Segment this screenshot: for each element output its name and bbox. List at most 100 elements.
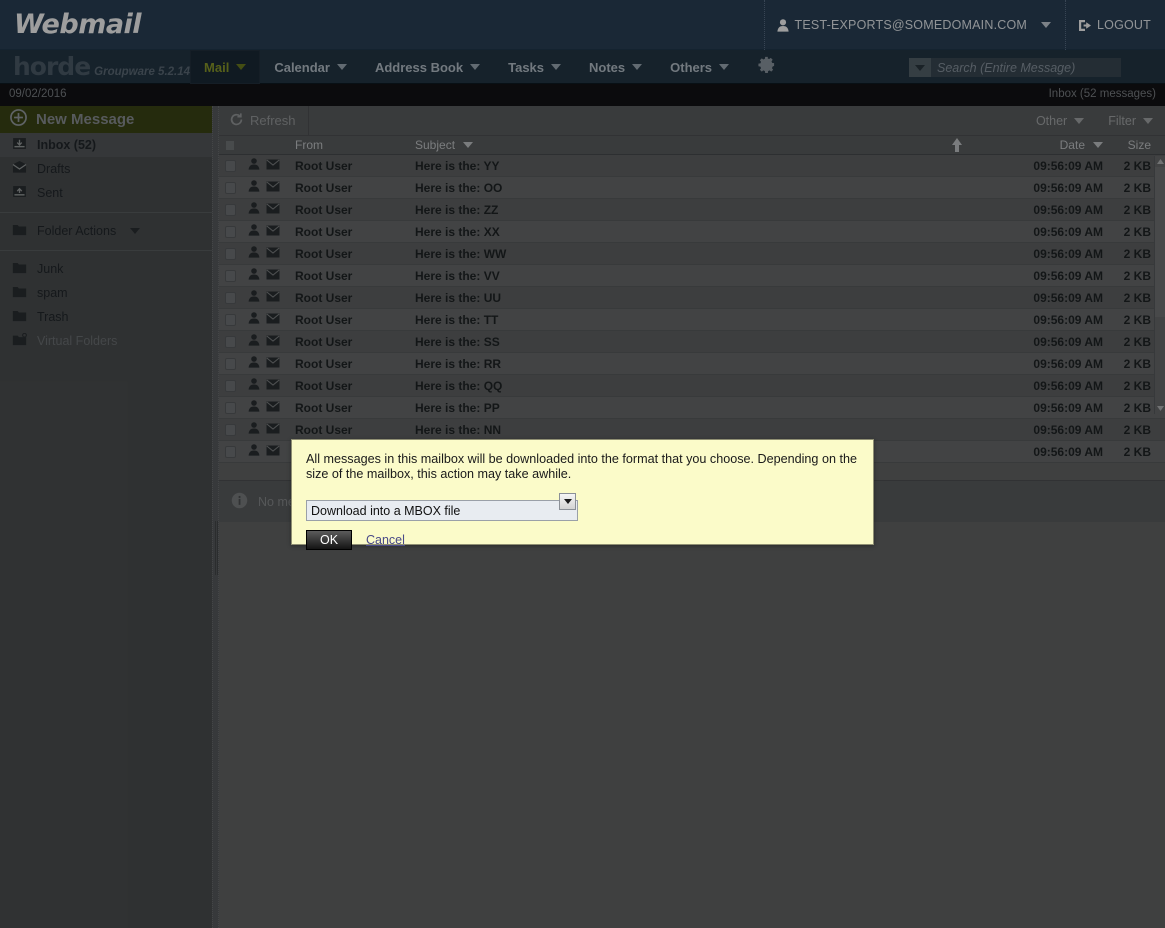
row-checkbox[interactable] <box>219 182 241 194</box>
sidebar-folder-actions[interactable]: Folder Actions <box>0 219 212 243</box>
filter-dropdown[interactable]: Filter <box>1096 114 1165 128</box>
chevron-down-icon <box>236 64 246 70</box>
envelope-icon <box>266 445 280 459</box>
table-row[interactable]: Root UserHere is the: WW09:56:09 AM2 KB <box>219 243 1165 265</box>
sidebar-item-inbox[interactable]: Inbox (52) <box>0 133 212 157</box>
cell-size: 2 KB <box>1103 445 1165 459</box>
table-row[interactable]: Root UserHere is the: PP09:56:09 AM2 KB <box>219 397 1165 419</box>
table-row[interactable]: Root UserHere is the: SS09:56:09 AM2 KB <box>219 331 1165 353</box>
new-message-button[interactable]: New Message <box>0 106 212 133</box>
chevron-down-icon <box>551 64 561 70</box>
tab-others[interactable]: Others <box>656 50 743 84</box>
row-checkbox[interactable] <box>219 270 241 282</box>
chevron-down-icon <box>1074 118 1084 124</box>
cell-from: Root User <box>293 335 415 349</box>
row-checkbox[interactable] <box>219 336 241 348</box>
column-header-size[interactable]: Size <box>1103 138 1165 152</box>
date-strip: 09/02/2016 Inbox (52 messages) <box>0 84 1165 106</box>
user-account-menu[interactable]: TEST-EXPORTS@SOMEDOMAIN.COM <box>764 0 1066 50</box>
row-checkbox[interactable] <box>219 380 241 392</box>
tab-calendar[interactable]: Calendar <box>260 50 361 84</box>
sidebar-splitter[interactable] <box>212 106 219 928</box>
settings-button[interactable] <box>743 50 788 83</box>
tab-mail[interactable]: Mail <box>190 50 260 84</box>
column-header-subject[interactable]: Subject <box>415 138 995 152</box>
tab-tasks[interactable]: Tasks <box>494 50 575 84</box>
sidebar-folder-virtual[interactable]: Virtual Folders <box>0 329 212 353</box>
row-checkbox[interactable] <box>219 226 241 238</box>
person-icon <box>248 444 260 459</box>
row-checkbox[interactable] <box>219 292 241 304</box>
cell-size: 2 KB <box>1103 423 1165 437</box>
table-row[interactable]: Root UserHere is the: RR09:56:09 AM2 KB <box>219 353 1165 375</box>
search-box[interactable] <box>909 58 1121 77</box>
cancel-link[interactable]: Cancel <box>366 533 405 547</box>
table-row[interactable]: Root UserHere is the: YY09:56:09 AM2 KB <box>219 155 1165 177</box>
cell-subject: Here is the: QQ <box>415 379 995 393</box>
search-input[interactable] <box>931 61 1121 75</box>
row-icons <box>241 180 293 195</box>
sidebar-divider-2 <box>0 250 212 251</box>
tab-address-book[interactable]: Address Book <box>361 50 494 84</box>
cell-from: Root User <box>293 401 415 415</box>
table-row[interactable]: Root UserHere is the: QQ09:56:09 AM2 KB <box>219 375 1165 397</box>
row-checkbox[interactable] <box>219 204 241 216</box>
scroll-up-icon[interactable] <box>1155 156 1165 167</box>
select-all-checkbox[interactable] <box>219 140 241 151</box>
person-icon <box>248 180 260 195</box>
row-icons <box>241 444 293 459</box>
chevron-down-icon <box>915 65 925 71</box>
tab-tasks-label: Tasks <box>508 60 544 75</box>
cell-subject: Here is the: SS <box>415 335 995 349</box>
chevron-down-icon <box>463 142 473 148</box>
folder-icon <box>12 285 27 301</box>
sort-ascending-icon[interactable] <box>952 138 962 145</box>
row-checkbox[interactable] <box>219 402 241 414</box>
other-dropdown[interactable]: Other <box>1024 114 1096 128</box>
row-icons <box>241 400 293 415</box>
folder-icon <box>12 309 27 325</box>
search-scope-dropdown[interactable] <box>909 58 931 77</box>
refresh-button[interactable]: Refresh <box>219 106 309 136</box>
table-row[interactable]: Root UserHere is the: UU09:56:09 AM2 KB <box>219 287 1165 309</box>
sidebar-folder-spam[interactable]: spam <box>0 281 212 305</box>
scroll-down-icon[interactable] <box>1155 403 1165 414</box>
sidebar-folder-spam-label: spam <box>37 286 68 300</box>
ok-button[interactable]: OK <box>306 530 352 550</box>
splitter-grip[interactable] <box>215 521 218 575</box>
column-header-from[interactable]: From <box>293 138 415 152</box>
row-checkbox[interactable] <box>219 314 241 326</box>
webmail-logo: Webmail <box>14 9 141 40</box>
person-icon <box>248 290 260 305</box>
table-row[interactable]: Root UserHere is the: NN09:56:09 AM2 KB <box>219 419 1165 441</box>
sidebar-item-sent[interactable]: Sent <box>0 181 212 205</box>
message-list-scrollbar[interactable] <box>1154 156 1165 414</box>
download-format-select[interactable]: Download into a MBOX file <box>306 500 578 521</box>
cell-subject: Here is the: ZZ <box>415 203 995 217</box>
cell-subject: Here is the: UU <box>415 291 995 305</box>
user-email: TEST-EXPORTS@SOMEDOMAIN.COM <box>795 18 1027 32</box>
cell-from: Root User <box>293 423 415 437</box>
column-header-date[interactable]: Date <box>995 138 1103 152</box>
sidebar-folder-trash[interactable]: Trash <box>0 305 212 329</box>
row-checkbox[interactable] <box>219 446 241 458</box>
table-row[interactable]: Root UserHere is the: XX09:56:09 AM2 KB <box>219 221 1165 243</box>
filter-label: Filter <box>1108 114 1136 128</box>
scrollbar-thumb[interactable] <box>1155 167 1165 317</box>
table-row[interactable]: Root UserHere is the: TT09:56:09 AM2 KB <box>219 309 1165 331</box>
envelope-icon <box>266 335 280 349</box>
sidebar-item-drafts[interactable]: Drafts <box>0 157 212 181</box>
table-row[interactable]: Root UserHere is the: VV09:56:09 AM2 KB <box>219 265 1165 287</box>
dialog-message: All messages in this mailbox will be dow… <box>306 452 859 482</box>
sidebar-item-drafts-label: Drafts <box>37 162 70 176</box>
sidebar-folder-junk[interactable]: Junk <box>0 257 212 281</box>
row-checkbox[interactable] <box>219 248 241 260</box>
row-checkbox[interactable] <box>219 160 241 172</box>
row-checkbox[interactable] <box>219 358 241 370</box>
row-checkbox[interactable] <box>219 424 241 436</box>
table-row[interactable]: Root UserHere is the: OO09:56:09 AM2 KB <box>219 177 1165 199</box>
logout-button[interactable]: LOGOUT <box>1066 0 1165 50</box>
mailbox-status: Inbox (52 messages) <box>1049 88 1156 100</box>
table-row[interactable]: Root UserHere is the: ZZ09:56:09 AM2 KB <box>219 199 1165 221</box>
tab-notes[interactable]: Notes <box>575 50 656 84</box>
